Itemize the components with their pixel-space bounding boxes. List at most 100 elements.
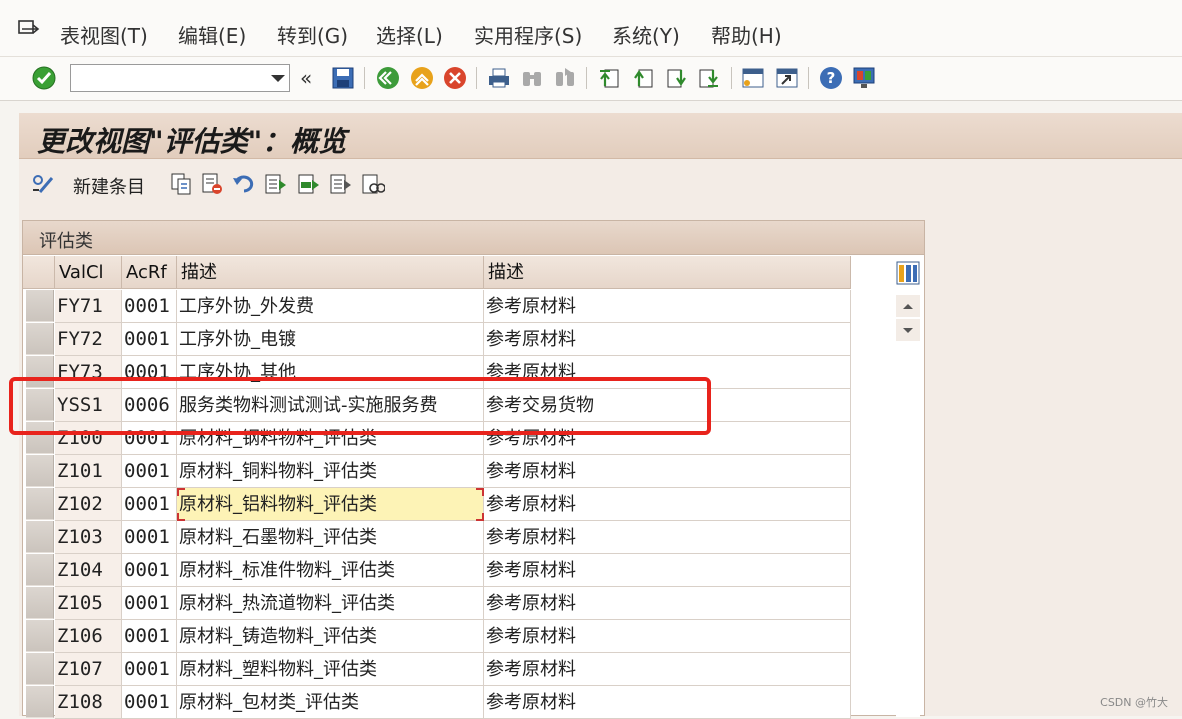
cell-valcl: FY71 [55,290,122,323]
cell-valcl: Z101 [55,455,122,488]
table-row[interactable]: Z101 0001 原材料_铜料物料_评估类 参考原材料 [23,455,924,488]
table-row[interactable]: Z107 0001 原材料_塑料物料_评估类 参考原材料 [23,653,924,686]
cell-acrf: 0001 [122,455,177,488]
table-row[interactable]: FY72 0001 工序外协_电镀 参考原材料 [23,323,924,356]
table-row[interactable]: Z102 0001 原材料_铝料物料_评估类 参考原材料 [23,488,924,521]
new-session-icon[interactable] [741,66,765,90]
cancel-icon[interactable] [443,66,467,90]
cell-reference-description: 参考原材料 [484,554,851,587]
table-row[interactable]: Z103 0001 原材料_石墨物料_评估类 参考原材料 [23,521,924,554]
table-row[interactable]: Z106 0001 原材料_铸造物料_评估类 参考原材料 [23,620,924,653]
row-selector[interactable] [26,290,54,322]
cell-description-input[interactable]: 原材料_铜料物料_评估类 [177,455,484,488]
display-change-icon[interactable] [31,172,55,196]
row-selector[interactable] [26,488,54,520]
shortcut-icon[interactable] [775,66,799,90]
column-header-description-2[interactable]: 描述 [484,256,851,289]
row-selector[interactable] [26,554,54,586]
column-header-acrf[interactable]: AcRf [122,256,177,289]
cell-valcl: Z102 [55,488,122,521]
help-icon[interactable]: ? [819,66,843,90]
menu-table-view[interactable]: 表视图(T) [60,20,148,49]
select-block-icon[interactable] [297,172,321,196]
prev-page-icon[interactable] [631,66,655,90]
save-icon[interactable] [331,66,355,90]
cell-reference-description: 参考原材料 [484,521,851,554]
find-next-icon[interactable] [553,66,577,90]
print-view-icon[interactable] [361,172,385,196]
scrollbar-track[interactable] [896,341,920,717]
deselect-all-icon[interactable] [329,172,353,196]
menu-goto[interactable]: 转到(G) [277,20,348,49]
menu-system[interactable]: 系统(Y) [612,20,680,49]
print-icon[interactable] [487,66,511,90]
chevron-down-icon [903,328,913,333]
cell-acrf: 0001 [122,290,177,323]
cell-valcl: Z104 [55,554,122,587]
new-entries-button[interactable]: 新建条目 [73,173,145,199]
cell-description-input[interactable]: 原材料_塑料物料_评估类 [177,653,484,686]
cell-description-input[interactable]: 原材料_铸造物料_评估类 [177,620,484,653]
row-selector[interactable] [26,620,54,652]
undo-icon[interactable] [232,172,256,196]
select-all-icon[interactable] [264,172,288,196]
cell-acrf: 0001 [122,521,177,554]
menu-bar: 表视图(T) 编辑(E) 转到(G) 选择(L) 实用程序(S) 系统(Y) 帮… [0,0,1182,57]
column-header-description[interactable]: 描述 [177,256,484,289]
cell-description-input[interactable]: 原材料_石墨物料_评估类 [177,521,484,554]
menu-utilities[interactable]: 实用程序(S) [474,20,582,49]
cell-valcl: Z105 [55,587,122,620]
application-toolbar: 新建条目 [19,159,1182,207]
menu-help[interactable]: 帮助(H) [711,20,782,49]
table-caption-text: 评估类 [39,231,93,252]
cell-reference-description: 参考原材料 [484,290,851,323]
cell-description-input[interactable]: 原材料_标准件物料_评估类 [177,554,484,587]
row-selector[interactable] [26,455,54,487]
toolbar-separator [586,67,587,89]
cell-description-input[interactable]: 原材料_热流道物料_评估类 [177,587,484,620]
table-row[interactable]: Z104 0001 原材料_标准件物料_评估类 参考原材料 [23,554,924,587]
enter-check-icon[interactable] [31,65,57,91]
row-selector[interactable] [26,686,54,718]
chevron-down-icon[interactable] [271,75,285,82]
back-icon[interactable] [376,66,400,90]
table-row[interactable]: Z108 0001 原材料_包材类_评估类 参考原材料 [23,686,924,719]
row-selector[interactable] [26,653,54,685]
cell-description-input[interactable]: 原材料_铝料物料_评估类 [177,488,484,521]
valuation-class-table: 评估类 ValCl AcRf 描述 描述 FY71 0001 工序外协_外发费 参考原… [22,220,925,719]
command-field[interactable] [70,64,290,92]
first-page-icon[interactable] [597,66,621,90]
toolbar-separator [731,67,732,89]
row-selector[interactable] [26,323,54,355]
menu-selection[interactable]: 选择(L) [376,20,443,49]
toolbar-separator [476,67,477,89]
last-page-icon[interactable] [697,66,721,90]
menu-edit[interactable]: 编辑(E) [178,20,246,49]
scroll-up-button[interactable] [896,295,920,317]
table-settings-icon[interactable] [896,261,920,285]
delete-icon[interactable] [200,172,224,196]
row-selector[interactable] [26,587,54,619]
column-header-valcl[interactable]: ValCl [55,256,122,289]
cell-description-input[interactable]: 工序外协_电镀 [177,323,484,356]
cell-acrf: 0001 [122,323,177,356]
menu-toggle-icon[interactable] [18,20,40,38]
next-page-icon[interactable] [665,66,689,90]
table-row[interactable]: Z105 0001 原材料_热流道物料_评估类 参考原材料 [23,587,924,620]
history-icon[interactable]: « [300,66,312,90]
cell-reference-description: 参考原材料 [484,620,851,653]
row-selector[interactable] [26,521,54,553]
table-row[interactable]: FY71 0001 工序外协_外发费 参考原材料 [23,290,924,323]
cell-description-input[interactable]: 工序外协_外发费 [177,290,484,323]
select-all-header[interactable] [23,256,55,289]
scroll-down-button[interactable] [896,319,920,341]
cell-valcl: Z107 [55,653,122,686]
cell-description-input[interactable]: 原材料_包材类_评估类 [177,686,484,719]
exit-icon[interactable] [410,66,434,90]
cell-acrf: 0001 [122,488,177,521]
find-icon[interactable] [520,66,544,90]
layout-icon[interactable] [852,66,876,90]
cell-reference-description: 参考原材料 [484,455,851,488]
copy-as-icon[interactable] [169,172,193,196]
cell-acrf: 0001 [122,587,177,620]
